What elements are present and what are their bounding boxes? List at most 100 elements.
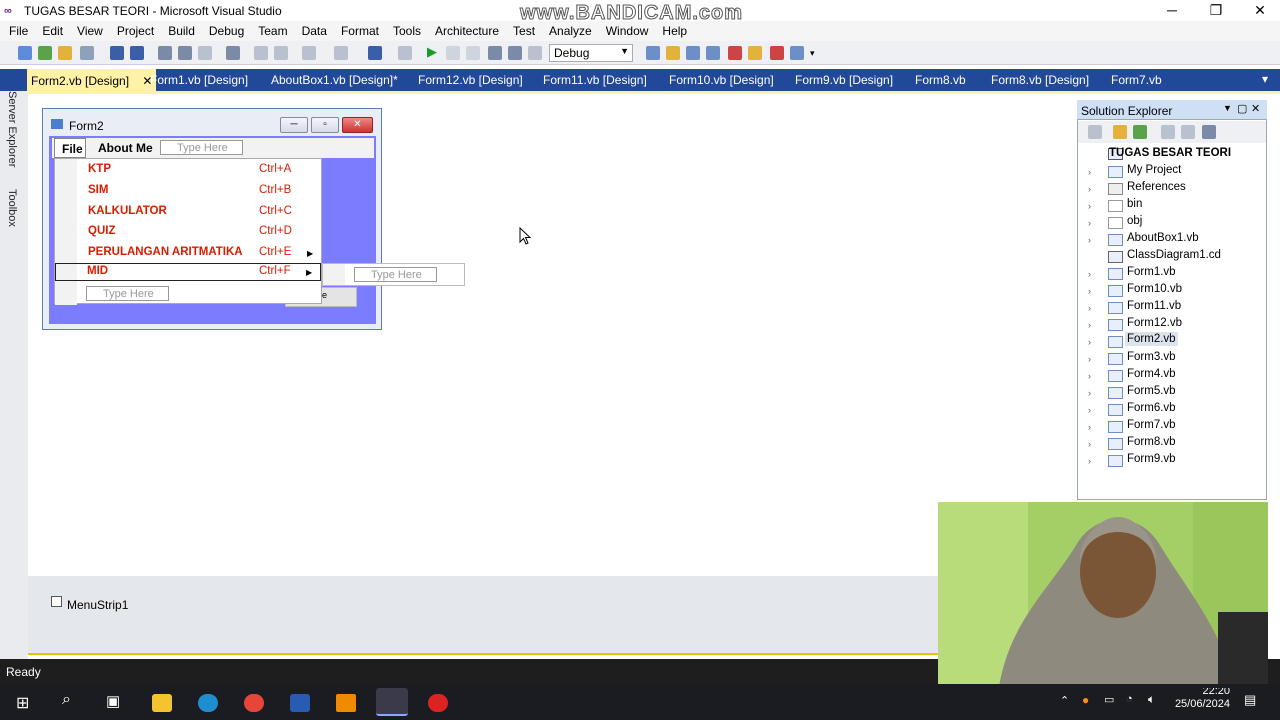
windows-start-icon[interactable]: ⊞ bbox=[16, 693, 29, 713]
menustrip-component[interactable]: MenuStrip1 bbox=[67, 598, 128, 612]
tree-item-aboutbox1[interactable]: AboutBox1.vb bbox=[1127, 232, 1199, 244]
menu-edit[interactable]: Edit bbox=[42, 24, 63, 38]
bandicam-icon[interactable] bbox=[428, 694, 448, 712]
cut-icon[interactable] bbox=[158, 46, 172, 60]
search-icon[interactable]: ⌕ bbox=[62, 691, 71, 709]
add-item-icon[interactable] bbox=[38, 46, 52, 60]
menu-item-file[interactable]: File bbox=[54, 138, 86, 158]
toolbar-overflow-icon[interactable]: ▾ bbox=[810, 48, 815, 59]
expand-icon[interactable]: › bbox=[1088, 218, 1091, 228]
expand-icon[interactable]: › bbox=[1088, 456, 1091, 466]
expand-icon[interactable]: › bbox=[1088, 337, 1091, 347]
expand-icon[interactable]: › bbox=[1088, 422, 1091, 432]
new-project-icon[interactable] bbox=[18, 46, 32, 60]
solution-node[interactable]: TUGAS BESAR TEORI bbox=[1109, 147, 1231, 159]
tab-form11-design[interactable]: Form11.vb [Design] bbox=[543, 73, 647, 87]
expand-icon[interactable]: › bbox=[1088, 320, 1091, 330]
save-all-icon[interactable] bbox=[130, 46, 144, 60]
tab-form12-design[interactable]: Form12.vb [Design] bbox=[418, 73, 523, 87]
tab-form7-code[interactable]: Form7.vb bbox=[1111, 73, 1162, 87]
stop-icon[interactable] bbox=[466, 46, 480, 60]
menu-debug[interactable]: Debug bbox=[209, 24, 244, 38]
tree-item-classdiagram1[interactable]: ClassDiagram1.cd bbox=[1127, 249, 1221, 261]
start-debug-icon[interactable]: ▶ bbox=[427, 44, 437, 60]
tree-item-obj[interactable]: obj bbox=[1127, 215, 1142, 227]
tree-item-form8[interactable]: Form8.vb bbox=[1127, 436, 1176, 448]
find-icon[interactable] bbox=[226, 46, 240, 60]
expand-icon[interactable]: › bbox=[1088, 201, 1091, 211]
notification-icon[interactable]: ▤ bbox=[1244, 692, 1256, 708]
step-over-icon[interactable] bbox=[508, 46, 522, 60]
menustrip-type-here[interactable]: Type Here bbox=[160, 140, 243, 155]
menu-team[interactable]: Team bbox=[258, 24, 287, 38]
object-browser-icon[interactable] bbox=[706, 46, 720, 60]
tree-item-form2-selected[interactable]: Form2.vb bbox=[1125, 332, 1178, 346]
minimize-button[interactable]: ─ bbox=[1150, 0, 1194, 21]
view-code-icon[interactable] bbox=[1161, 125, 1175, 139]
expand-icon[interactable]: › bbox=[1088, 269, 1091, 279]
copy-icon[interactable] bbox=[178, 46, 192, 60]
solution-explorer-icon[interactable] bbox=[666, 46, 680, 60]
pane-dropdown-icon[interactable]: ▼ bbox=[1223, 103, 1232, 113]
pause-icon[interactable] bbox=[446, 46, 460, 60]
menu-architecture[interactable]: Architecture bbox=[435, 24, 499, 38]
show-all-files-icon[interactable] bbox=[1088, 125, 1102, 139]
tab-form8-design[interactable]: Form8.vb [Design] bbox=[991, 73, 1089, 87]
properties-icon[interactable] bbox=[686, 46, 700, 60]
window-layout-icon[interactable] bbox=[790, 46, 804, 60]
visual-studio-taskbar-icon[interactable] bbox=[376, 688, 408, 716]
volume-icon[interactable]: 🔈︎ bbox=[1148, 692, 1155, 707]
taskbar-clock[interactable]: 22:20 25/06/2024 bbox=[1172, 688, 1230, 710]
tab-aboutbox1-design[interactable]: AboutBox1.vb [Design]* bbox=[271, 73, 398, 87]
open-folder-icon[interactable] bbox=[58, 46, 72, 60]
network-icon[interactable]: ◔ bbox=[1126, 693, 1133, 705]
menu-item-perulangan[interactable]: PERULANGAN ARITMATIKA bbox=[88, 246, 243, 258]
tree-item-form9[interactable]: Form9.vb bbox=[1127, 453, 1176, 465]
uncomment-icon[interactable] bbox=[274, 46, 288, 60]
toolbox-icon[interactable] bbox=[728, 46, 742, 60]
tab-form9-design[interactable]: Form9.vb [Design] bbox=[795, 73, 893, 87]
pane-close-icon[interactable]: ✕ bbox=[1251, 102, 1260, 115]
menu-analyze[interactable]: Analyze bbox=[549, 24, 592, 38]
tab-form8-code[interactable]: Form8.vb bbox=[915, 73, 966, 87]
properties-icon[interactable] bbox=[1113, 125, 1127, 139]
paste-icon[interactable] bbox=[198, 46, 212, 60]
expand-icon[interactable]: › bbox=[1088, 286, 1091, 296]
tree-item-form1[interactable]: Form1.vb bbox=[1127, 266, 1176, 278]
tab-form10-design[interactable]: Form10.vb [Design] bbox=[669, 73, 774, 87]
submenu-type-here[interactable]: Type Here bbox=[354, 267, 437, 282]
close-button[interactable]: ✕ bbox=[1238, 0, 1280, 21]
chrome-icon[interactable] bbox=[244, 694, 264, 712]
tree-item-form6[interactable]: Form6.vb bbox=[1127, 402, 1176, 414]
menu-build[interactable]: Build bbox=[168, 24, 195, 38]
menu-item-quiz[interactable]: QUIZ bbox=[88, 225, 115, 237]
step-into-icon[interactable] bbox=[488, 46, 502, 60]
refresh-icon[interactable] bbox=[1133, 125, 1147, 139]
battery-icon[interactable]: ▭ bbox=[1104, 693, 1114, 706]
menu-help[interactable]: Help bbox=[662, 24, 687, 38]
expand-icon[interactable]: › bbox=[1088, 439, 1091, 449]
find-in-files-icon[interactable] bbox=[646, 46, 660, 60]
task-view-icon[interactable]: ▣ bbox=[106, 692, 120, 710]
class-diagram-icon[interactable] bbox=[1202, 125, 1216, 139]
start-page-icon[interactable] bbox=[748, 46, 762, 60]
tree-item-form5[interactable]: Form5.vb bbox=[1127, 385, 1176, 397]
restore-button[interactable]: ❐ bbox=[1194, 0, 1238, 21]
menu-item-mid-row[interactable]: MID Ctrl+F ▶ bbox=[55, 263, 321, 281]
menu-item-kalkulator[interactable]: KALKULATOR bbox=[88, 205, 167, 217]
navigate-forward-icon[interactable] bbox=[398, 46, 412, 60]
expand-icon[interactable]: › bbox=[1088, 184, 1091, 194]
file-explorer-icon[interactable] bbox=[152, 694, 172, 712]
menu-test[interactable]: Test bbox=[513, 24, 535, 38]
tree-item-form11[interactable]: Form11.vb bbox=[1127, 300, 1181, 312]
menu-item-ktp[interactable]: KTP bbox=[88, 163, 111, 175]
menu-format[interactable]: Format bbox=[341, 24, 379, 38]
view-designer-icon[interactable] bbox=[1181, 125, 1195, 139]
tab-form2-design[interactable]: Form2.vb [Design] ✕ bbox=[27, 69, 157, 91]
tab-overflow-icon[interactable]: ▾ bbox=[1262, 72, 1268, 86]
menu-item-about-me[interactable]: About Me bbox=[98, 141, 153, 155]
dropdown-type-here[interactable]: Type Here bbox=[86, 286, 169, 301]
tree-item-bin[interactable]: bin bbox=[1127, 198, 1142, 210]
expand-icon[interactable]: › bbox=[1088, 405, 1091, 415]
tree-item-form4[interactable]: Form4.vb bbox=[1127, 368, 1176, 380]
